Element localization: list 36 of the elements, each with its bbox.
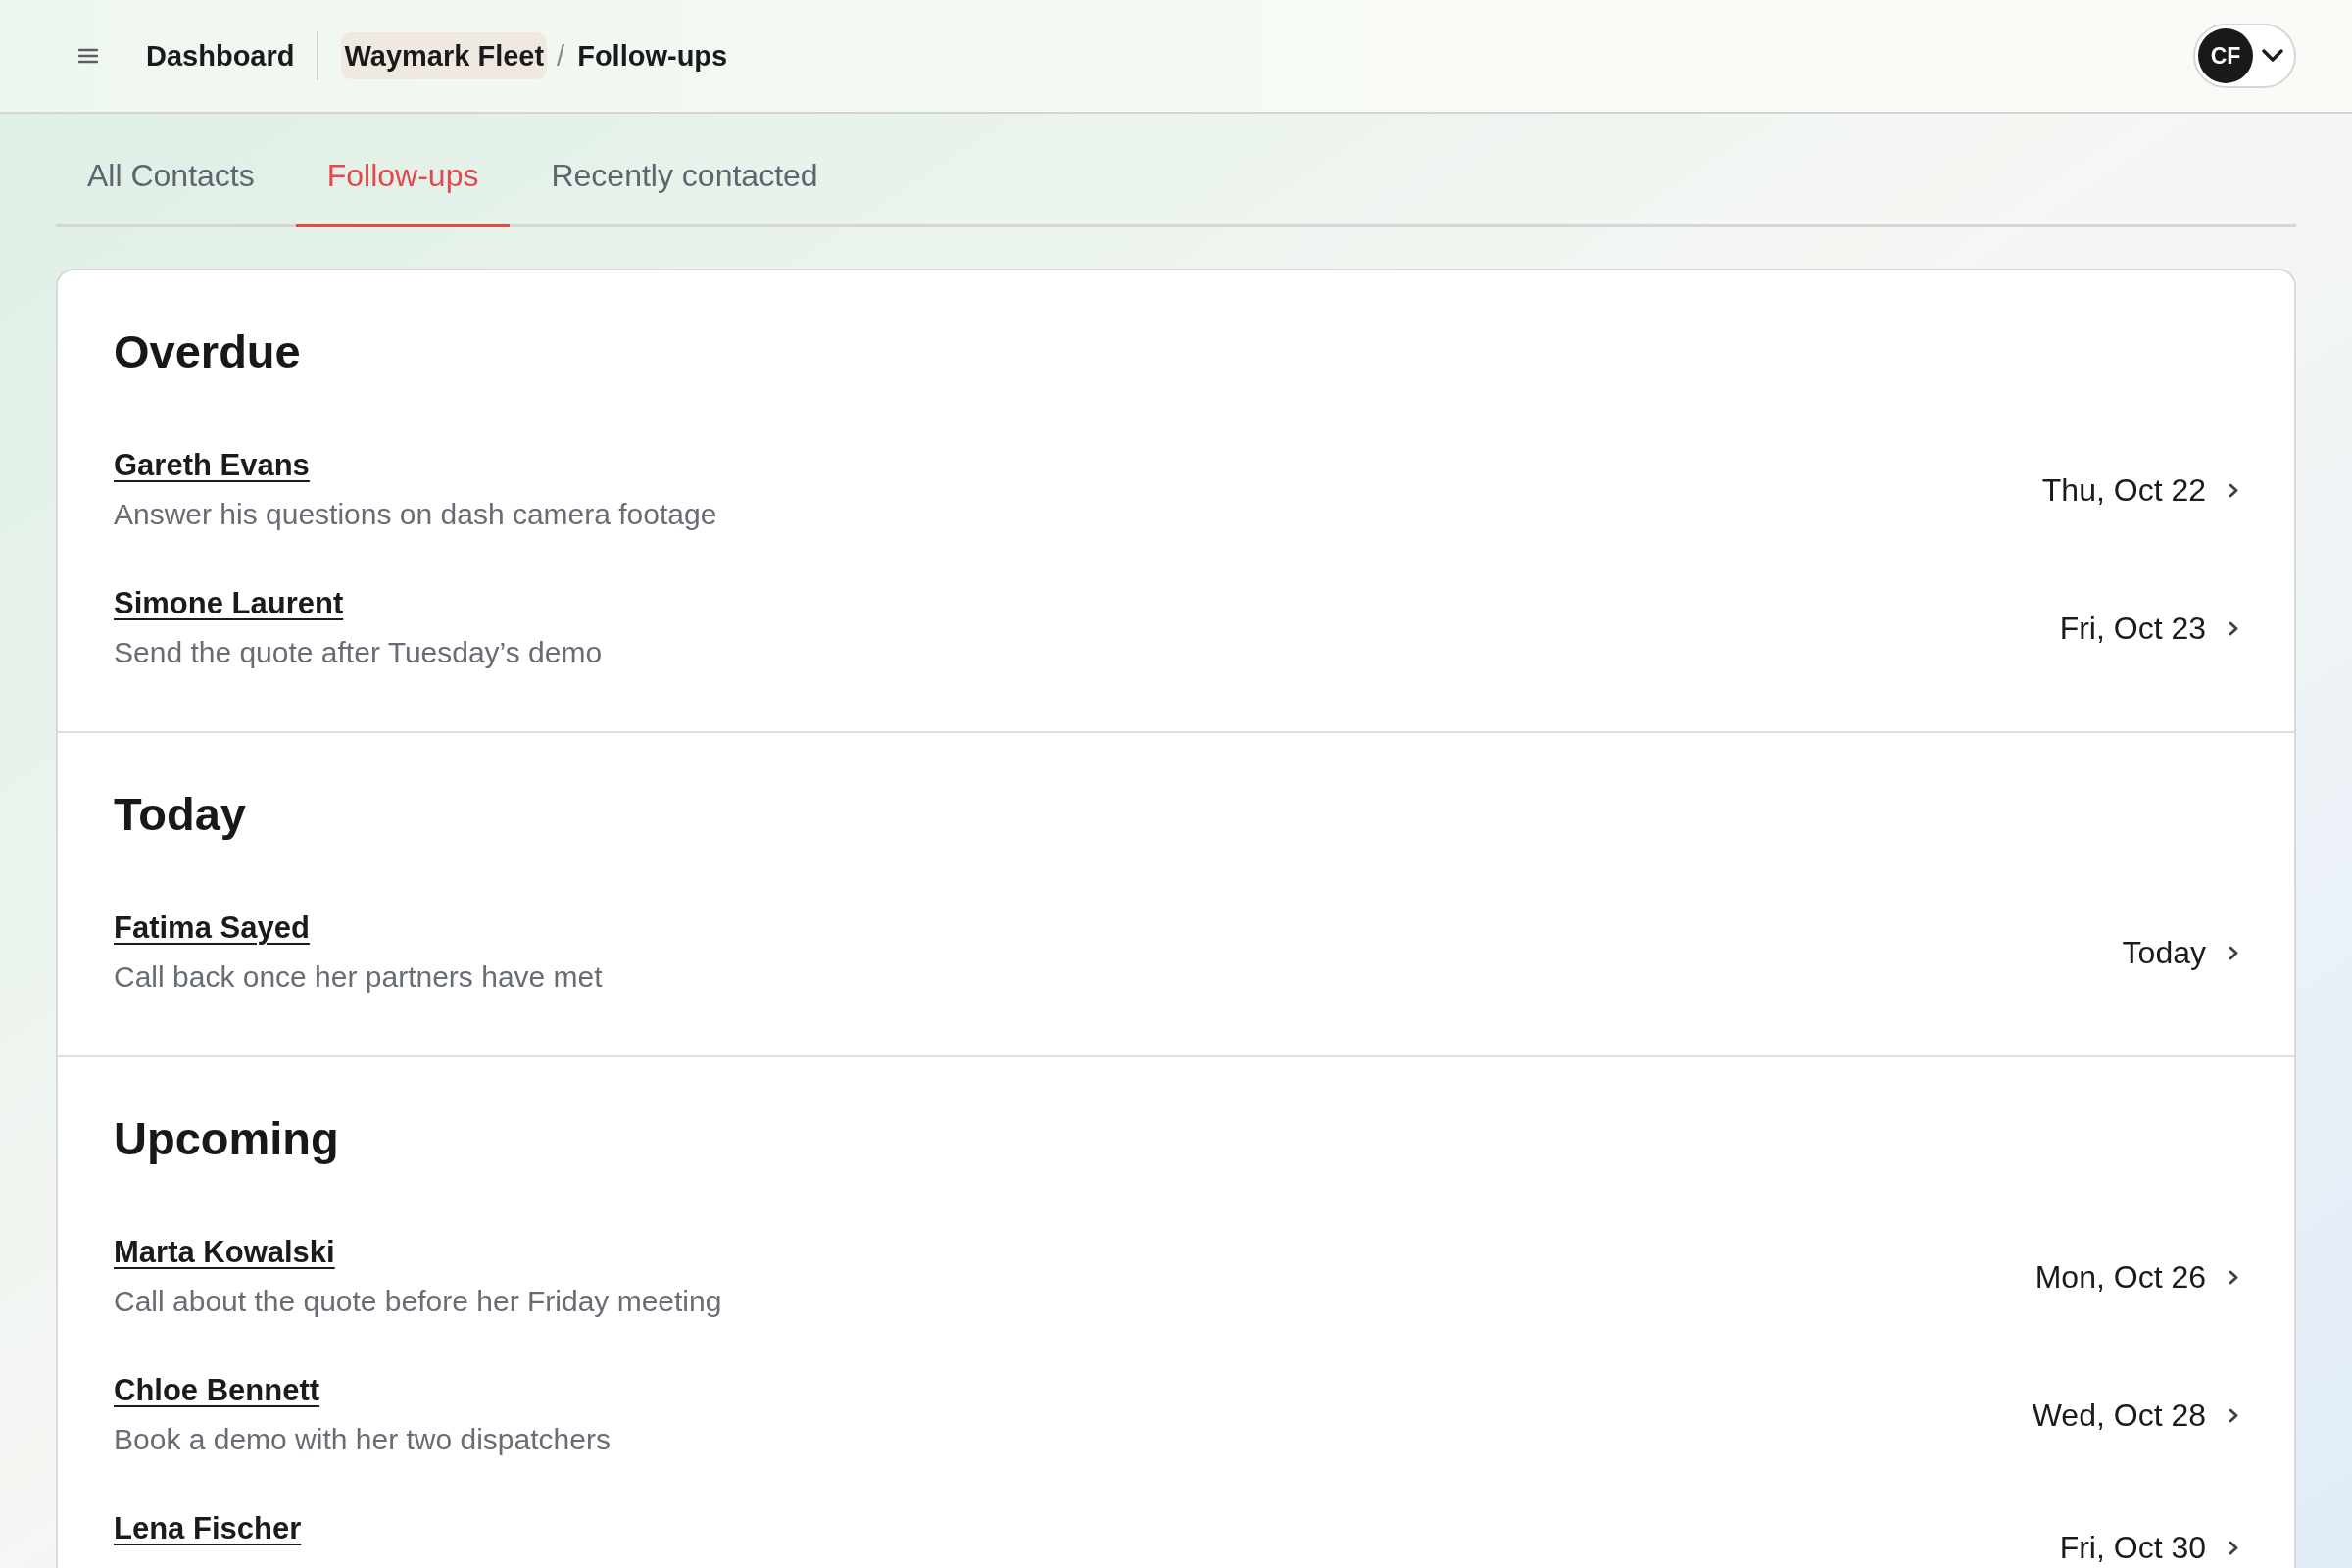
user-avatar: CF <box>2198 28 2253 83</box>
due-date: Today <box>2122 934 2206 972</box>
chevron-right-icon <box>2229 1269 2238 1285</box>
breadcrumb-link[interactable]: Follow-ups <box>574 32 731 79</box>
follow-up-note: Book a demo with her two dispatchers <box>114 1422 611 1457</box>
follow-up-note: Answer his questions on dash camera footage <box>114 497 717 532</box>
section-heading: Overdue <box>114 325 301 378</box>
due-date: Wed, Oct 28 <box>2032 1396 2206 1435</box>
follow-up-note: Send the quote after Tuesday’s demo <box>114 635 603 670</box>
dashboard-link[interactable]: Dashboard <box>146 38 295 74</box>
due-date: Thu, Oct 22 <box>2041 471 2206 510</box>
follow-up-note: Call about the quote before her Friday meeting <box>114 1284 722 1319</box>
due-date: Mon, Oct 26 <box>2034 1258 2206 1297</box>
chevron-right-icon <box>2229 1407 2238 1423</box>
section-heading: Today <box>114 788 246 841</box>
tab[interactable]: Recently contacted <box>519 114 850 227</box>
breadcrumb-separator: / <box>557 39 565 74</box>
contact-name-link[interactable]: Marta Kowalski <box>114 1233 335 1272</box>
tab[interactable]: All Contacts <box>56 114 286 227</box>
contact-name-link[interactable]: Simone Laurent <box>114 584 344 623</box>
breadcrumb-link[interactable]: Waymark Fleet <box>341 32 548 79</box>
chevron-right-icon <box>2229 482 2238 498</box>
contact-name-link[interactable]: Chloe Bennett <box>114 1371 320 1410</box>
chevron-down-icon <box>2262 49 2283 63</box>
chevron-right-icon <box>2229 1540 2238 1555</box>
user-menu-button[interactable]: CF <box>2193 24 2296 88</box>
section-heading: Upcoming <box>114 1112 339 1165</box>
due-date: Fri, Oct 23 <box>2059 610 2206 648</box>
contact-name-link[interactable]: Fatima Sayed <box>114 908 310 948</box>
chevron-right-icon <box>2229 945 2238 960</box>
contact-name-link[interactable]: Gareth Evans <box>114 446 310 485</box>
contact-name-link[interactable]: Lena Fischer <box>114 1509 302 1548</box>
follow-up-note: Call back once her partners have met <box>114 959 603 995</box>
chevron-right-icon <box>2229 620 2238 636</box>
due-date: Fri, Oct 30 <box>2059 1529 2206 1567</box>
menu-icon[interactable] <box>78 48 98 64</box>
